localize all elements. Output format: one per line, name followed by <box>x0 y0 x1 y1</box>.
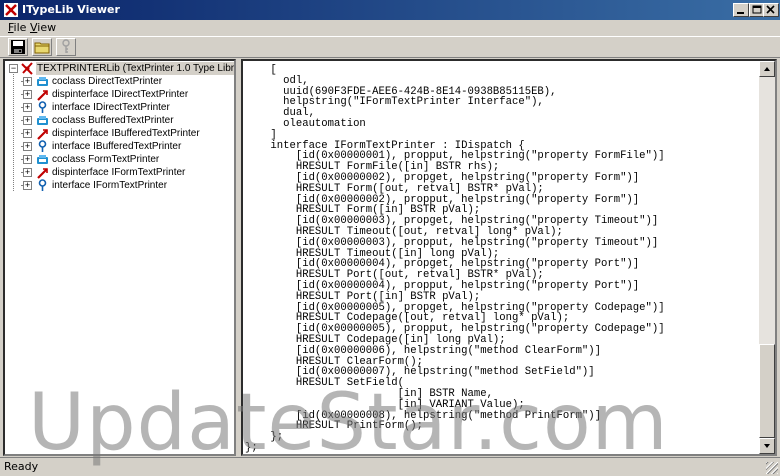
menu-view-label: iew <box>37 21 57 34</box>
coclass-icon <box>37 155 48 164</box>
tree-item-label: interface IBufferedTextPrinter <box>52 141 182 152</box>
coclass-icon <box>37 77 48 86</box>
dispinterface-icon <box>37 168 48 179</box>
close-button[interactable] <box>763 3 779 17</box>
minimize-button[interactable] <box>733 3 749 17</box>
open-button[interactable] <box>32 38 52 56</box>
tree-item-label: interface IFormTextPrinter <box>52 180 168 191</box>
coclass-icon <box>37 116 48 125</box>
expand-icon[interactable]: + <box>23 168 32 177</box>
save-button[interactable] <box>8 38 28 56</box>
tree-item-label: interface IDirectTextPrinter <box>52 102 170 113</box>
scroll-down-button[interactable] <box>759 438 775 454</box>
expand-icon[interactable]: + <box>23 116 32 125</box>
key-icon <box>62 39 70 53</box>
interface-icon <box>38 140 47 152</box>
typelib-icon <box>21 62 33 75</box>
window-title: ITypeLib Viewer <box>22 3 120 16</box>
expand-icon[interactable]: + <box>23 142 32 151</box>
dispinterface-icon <box>37 129 48 140</box>
save-icon <box>11 40 25 54</box>
interface-icon <box>38 179 47 191</box>
scroll-down-icon <box>764 444 770 448</box>
help-button[interactable] <box>56 38 76 56</box>
folder-icon <box>34 42 50 54</box>
expand-icon[interactable]: + <box>23 103 32 112</box>
vertical-scrollbar[interactable] <box>759 61 775 454</box>
app-window: ITypeLib Viewer File View − TEXTPRINTERL… <box>0 0 780 476</box>
expand-icon[interactable]: + <box>23 129 32 138</box>
expand-icon[interactable]: + <box>23 77 32 86</box>
tree-root[interactable]: − TEXTPRINTERLib (TextPrinter 1.0 Type L… <box>5 62 234 75</box>
tree-item-label: coclass BufferedTextPrinter <box>52 115 174 126</box>
scroll-thumb[interactable] <box>759 344 775 438</box>
scroll-up-button[interactable] <box>759 61 775 77</box>
menu-file-label: ile <box>13 21 27 34</box>
dispinterface-icon <box>37 90 48 101</box>
close-icon <box>766 5 775 14</box>
expand-icon[interactable]: + <box>23 90 32 99</box>
scroll-up-icon <box>764 67 770 71</box>
tree-item-label: coclass DirectTextPrinter <box>52 76 163 87</box>
watermark-text: UpdateStar.com <box>28 378 669 468</box>
menu-view[interactable]: View <box>28 20 58 36</box>
toolbar <box>0 36 780 58</box>
menu-file[interactable]: File <box>6 20 28 36</box>
expand-icon[interactable]: + <box>23 155 32 164</box>
minimize-icon <box>737 12 744 14</box>
tree-connector <box>13 74 14 191</box>
tree-item-label: dispinterface IDirectTextPrinter <box>52 89 189 100</box>
interface-icon <box>38 101 47 113</box>
tree-root-label: TEXTPRINTERLib (TextPrinter 1.0 Type Lib… <box>36 62 234 75</box>
tree-item-label: dispinterface IFormTextPrinter <box>52 167 186 178</box>
tree-item-label: dispinterface IBufferedTextPrinter <box>52 128 200 139</box>
resize-grip[interactable] <box>766 462 778 474</box>
title-bar[interactable]: ITypeLib Viewer <box>0 0 780 20</box>
expand-icon[interactable]: + <box>23 181 32 190</box>
collapse-icon[interactable]: − <box>9 64 18 73</box>
typelib-app-icon <box>4 3 18 17</box>
menu-bar: File View <box>0 20 780 36</box>
maximize-icon <box>752 5 762 14</box>
tree-item-label: coclass FormTextPrinter <box>52 154 160 165</box>
